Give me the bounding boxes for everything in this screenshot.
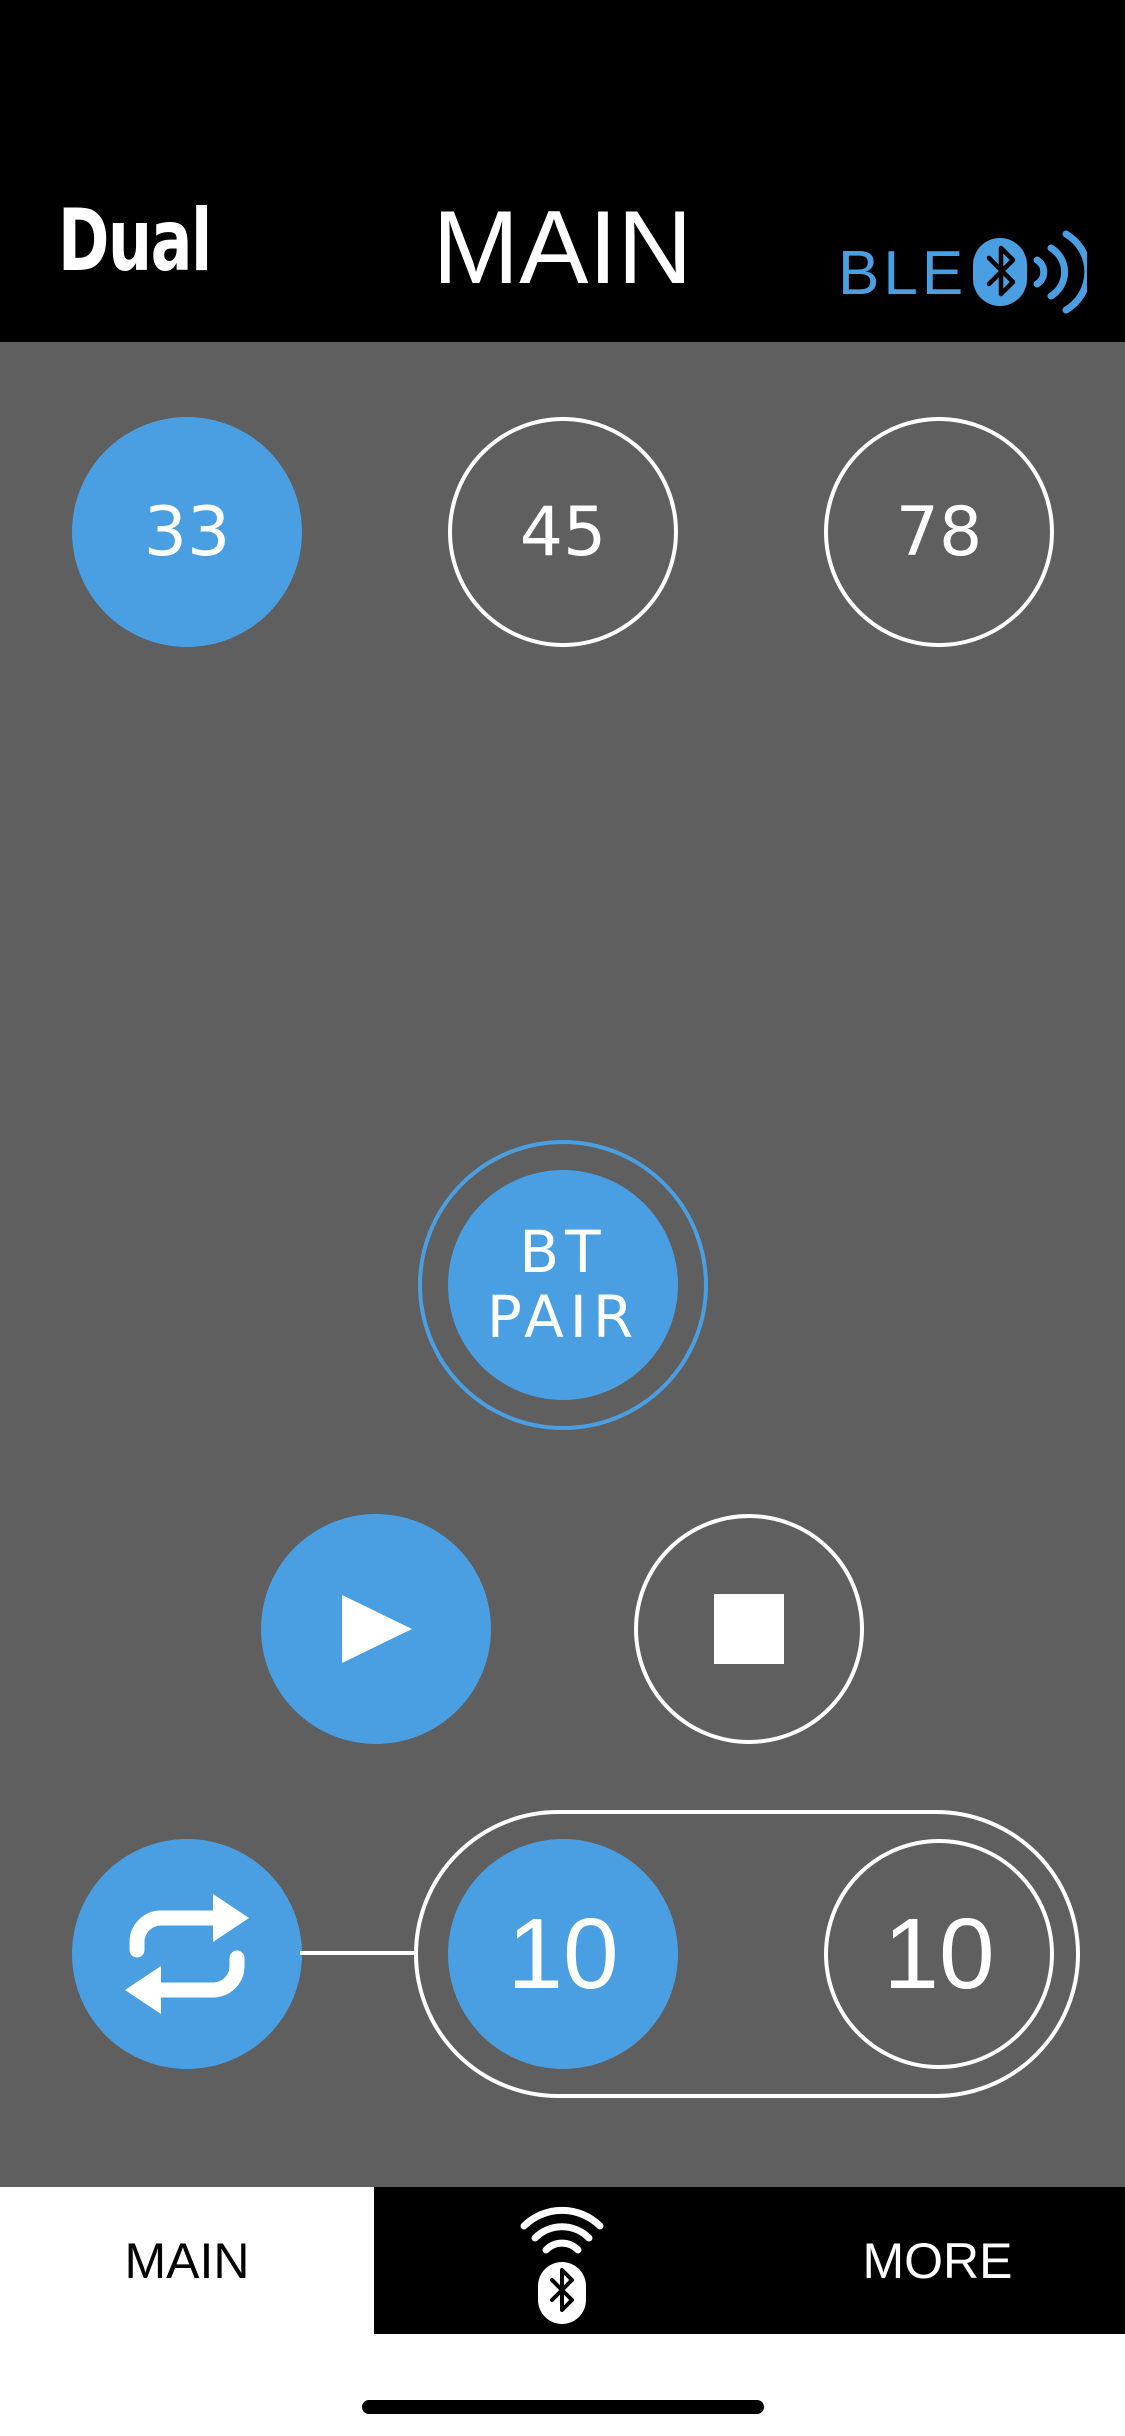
speed-33-button[interactable]: 33: [72, 417, 302, 647]
ble-label: BLE: [838, 239, 968, 308]
tab-bar: MAIN MORE: [0, 2187, 1125, 2334]
tab-main-label: MAIN: [124, 2232, 250, 2289]
play-icon: [342, 1595, 412, 1663]
pair-label-line2: PAIR: [486, 1283, 640, 1351]
screen: Dual MAIN BLE 33 45 78 BT PAIR 10 10 MAI…: [0, 0, 1125, 2436]
speed-45-button[interactable]: 45: [448, 417, 678, 647]
counter-a-button[interactable]: 10: [448, 1839, 678, 2069]
speed-label: 33: [143, 492, 231, 572]
bluetooth-wifi-icon: [520, 2206, 604, 2324]
ble-status[interactable]: BLE: [838, 226, 1092, 322]
bt-pair-button[interactable]: BT PAIR: [448, 1170, 678, 1400]
play-button[interactable]: [261, 1514, 491, 1744]
speed-label: 78: [895, 492, 983, 572]
speed-label: 45: [519, 492, 607, 572]
tab-more[interactable]: MORE: [750, 2187, 1125, 2334]
tab-bluetooth[interactable]: [374, 2187, 750, 2334]
stop-button[interactable]: [634, 1514, 864, 1744]
tab-main[interactable]: MAIN: [0, 2187, 374, 2334]
tab-more-label: MORE: [862, 2232, 1013, 2289]
repeat-icon: [125, 1894, 249, 2014]
pair-label-line1: BT: [519, 1218, 607, 1287]
counter-b-button[interactable]: 10: [824, 1839, 1054, 2069]
home-indicator-area: [0, 2334, 1125, 2436]
speed-78-button[interactable]: 78: [824, 417, 1054, 647]
counter-value: 10: [883, 1897, 995, 2010]
stop-icon: [714, 1594, 784, 1664]
bluetooth-signal-icon: [971, 226, 1092, 322]
repeat-button[interactable]: [72, 1839, 302, 2069]
home-indicator[interactable]: [362, 2400, 764, 2414]
main-panel: 33 45 78 BT PAIR 10 10: [0, 342, 1125, 2187]
counter-value: 10: [507, 1897, 619, 2010]
header-bar: Dual MAIN BLE: [0, 0, 1125, 342]
repeat-connector-line: [300, 1951, 416, 1955]
